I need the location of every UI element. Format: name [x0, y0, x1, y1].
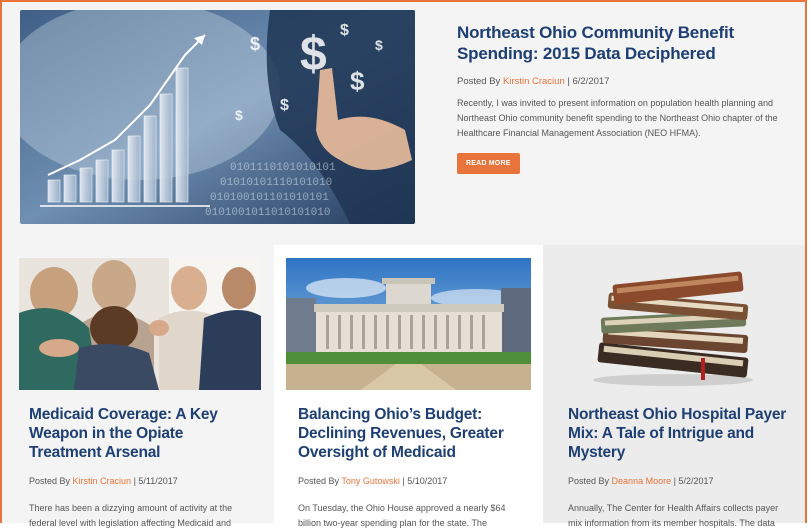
book-stack-image[interactable]: [583, 258, 763, 390]
posted-by-label: Posted By: [568, 476, 610, 486]
svg-text:$: $: [350, 66, 365, 96]
author-link[interactable]: Deanna Moore: [612, 476, 672, 486]
svg-text:$: $: [235, 107, 243, 123]
post-title[interactable]: Balancing Ohio’s Budget: Declining Reven…: [298, 405, 528, 462]
featured-post-excerpt: Recently, I was invited to present infor…: [457, 98, 778, 138]
read-more-button[interactable]: READ MORE: [457, 153, 520, 174]
post-date: | 5/2/2017: [671, 476, 714, 486]
post-title[interactable]: Medicaid Coverage: A Key Weapon in the O…: [29, 405, 254, 462]
svg-text:010100101101010101: 010100101101010101: [210, 192, 329, 204]
post-date: | 5/10/2017: [399, 476, 448, 486]
author-link[interactable]: Tony Gutowski: [341, 476, 400, 486]
post-card: Northeast Ohio Hospital Payer Mix: A Tal…: [543, 245, 805, 528]
post-date: | 5/11/2017: [131, 476, 178, 486]
posted-by-label: Posted By: [29, 476, 71, 486]
post-card: Medicaid Coverage: A Key Weapon in the O…: [2, 245, 274, 528]
author-link[interactable]: Kirstin Craciun: [503, 76, 565, 87]
post-meta: Posted By Deanna Moore | 5/2/2017: [568, 476, 713, 486]
svg-text:$: $: [375, 37, 383, 53]
post-title[interactable]: Northeast Ohio Hospital Payer Mix: A Tal…: [568, 405, 793, 462]
svg-text:$: $: [280, 97, 289, 114]
post-card: Balancing Ohio’s Budget: Declining Reven…: [274, 245, 543, 528]
svg-text:01010101110101010: 01010101110101010: [220, 177, 332, 189]
svg-text:$: $: [250, 34, 260, 54]
post-excerpt: On Tuesday, the Ohio House approved a ne…: [298, 503, 506, 528]
post-excerpt: There has been a dizzying amount of acti…: [29, 503, 233, 528]
featured-post: $ $ $ $ $ $ $ 0101110101010101 010101011…: [2, 2, 805, 245]
featured-post-title[interactable]: Northeast Ohio Community Benefit Spendin…: [457, 22, 787, 64]
featured-post-body: Northeast Ohio Community Benefit Spendin…: [457, 22, 787, 174]
post-excerpt: Annually, The Center for Health Affairs …: [568, 503, 779, 528]
post-date: | 6/2/2017: [564, 76, 610, 87]
post-meta: Posted By Kirstin Craciun | 5/11/2017: [29, 476, 178, 486]
finance-chart-image[interactable]: $ $ $ $ $ $ $ 0101110101010101 010101011…: [20, 10, 415, 224]
featured-post-meta: Posted By Kirstin Craciun | 6/2/2017: [457, 76, 787, 87]
svg-text:$: $: [340, 22, 349, 39]
svg-text:$: $: [300, 28, 327, 81]
svg-text:0101001011010101010: 0101001011010101010: [205, 207, 330, 219]
ohio-statehouse-image[interactable]: [286, 258, 531, 390]
posted-by-label: Posted By: [457, 76, 501, 87]
support-group-image[interactable]: [19, 258, 261, 390]
author-link[interactable]: Kirstin Craciun: [73, 476, 132, 486]
svg-text:0101110101010101: 0101110101010101: [230, 162, 336, 174]
post-meta: Posted By Tony Gutowski | 5/10/2017: [298, 476, 447, 486]
posted-by-label: Posted By: [298, 476, 340, 486]
